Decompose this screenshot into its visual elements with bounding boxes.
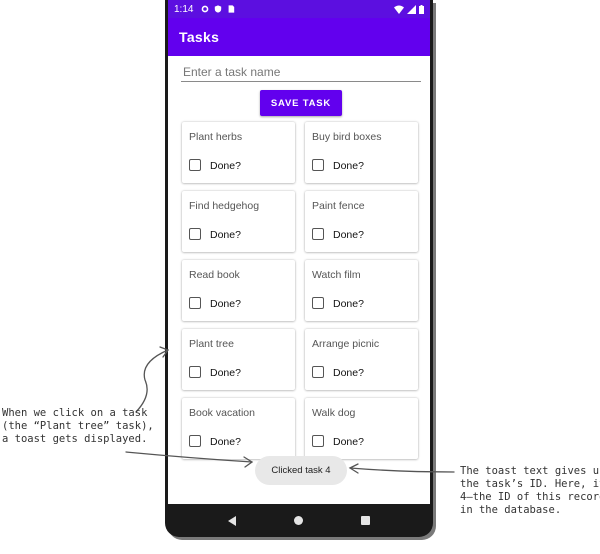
done-checkbox[interactable] xyxy=(189,435,201,447)
task-name: Walk dog xyxy=(312,407,356,419)
task-name: Buy bird boxes xyxy=(312,131,382,143)
battery-icon xyxy=(419,4,424,14)
done-checkbox[interactable] xyxy=(189,297,201,309)
done-label: Done? xyxy=(333,160,364,172)
done-checkbox[interactable] xyxy=(189,366,201,378)
back-icon[interactable] xyxy=(228,515,236,526)
save-task-button[interactable]: SAVE TASK xyxy=(260,90,342,116)
task-name: Book vacation xyxy=(189,407,255,419)
task-name: Arrange picnic xyxy=(312,338,380,350)
task-name: Watch film xyxy=(312,269,361,281)
done-checkbox[interactable] xyxy=(312,435,324,447)
settings-icon xyxy=(202,5,209,13)
app-bar: Tasks xyxy=(168,18,430,56)
annotation-left: When we click on a task (the “Plant tree… xyxy=(2,407,154,445)
done-label: Done? xyxy=(333,298,364,310)
sim-card-icon xyxy=(229,5,235,13)
task-card[interactable]: Plant herbs Done? xyxy=(182,122,295,183)
done-checkbox[interactable] xyxy=(312,159,324,171)
task-card[interactable]: Read book Done? xyxy=(182,260,295,321)
done-checkbox[interactable] xyxy=(312,297,324,309)
done-label: Done? xyxy=(210,160,241,172)
task-card[interactable]: Plant tree Done? xyxy=(182,329,295,390)
done-checkbox[interactable] xyxy=(189,159,201,171)
task-name: Find hedgehog xyxy=(189,200,260,212)
task-card[interactable]: Paint fence Done? xyxy=(305,191,418,252)
wifi-icon xyxy=(394,5,404,14)
done-label: Done? xyxy=(333,436,364,448)
shield-icon xyxy=(215,5,222,13)
done-label: Done? xyxy=(210,229,241,241)
status-bar: 1:14 xyxy=(168,0,430,18)
annotation-right: The toast text gives us the task’s ID. H… xyxy=(460,465,600,516)
task-grid: Plant herbs Done? Buy bird boxes Done? F… xyxy=(182,122,422,459)
task-card[interactable]: Find hedgehog Done? xyxy=(182,191,295,252)
done-label: Done? xyxy=(210,298,241,310)
done-checkbox[interactable] xyxy=(189,228,201,240)
left-arrow-to-task xyxy=(135,349,169,413)
task-name: Plant herbs xyxy=(189,131,243,143)
task-card[interactable]: Arrange picnic Done? xyxy=(305,329,418,390)
signal-icon xyxy=(407,4,416,14)
phone-frame: 1:14 Tasks Enter a task name SAVE TASK P… xyxy=(165,0,433,537)
done-label: Done? xyxy=(210,367,241,379)
task-card[interactable]: Book vacation Done? xyxy=(182,398,295,459)
task-name-input[interactable] xyxy=(181,62,421,82)
done-label: Done? xyxy=(333,229,364,241)
done-checkbox[interactable] xyxy=(312,228,324,240)
task-name: Read book xyxy=(189,269,240,281)
app-screen: 1:14 Tasks Enter a task name SAVE TASK P… xyxy=(168,0,430,504)
done-label: Done? xyxy=(333,367,364,379)
recents-icon[interactable] xyxy=(361,516,370,525)
task-card[interactable]: Watch film Done? xyxy=(305,260,418,321)
app-title: Tasks xyxy=(179,29,220,45)
task-name: Paint fence xyxy=(312,200,365,212)
status-time: 1:14 xyxy=(174,3,194,15)
toast-message: Clicked task 4 xyxy=(255,456,347,485)
task-card[interactable]: Walk dog Done? xyxy=(305,398,418,459)
task-name: Plant tree xyxy=(189,338,234,350)
task-card[interactable]: Buy bird boxes Done? xyxy=(305,122,418,183)
navigation-bar xyxy=(165,504,433,537)
done-checkbox[interactable] xyxy=(312,366,324,378)
done-label: Done? xyxy=(210,436,241,448)
home-icon[interactable] xyxy=(294,516,303,525)
